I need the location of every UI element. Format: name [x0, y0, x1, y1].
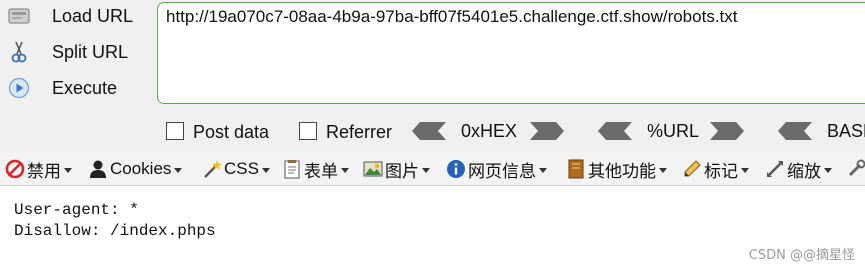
- pencil-icon: [682, 159, 702, 179]
- url-field-container: http://19a070c7-08aa-4b9a-97ba-bff07f540…: [157, 2, 865, 104]
- url-encode-arrow-icon[interactable]: [710, 122, 744, 140]
- toolbar-misc-menu[interactable]: 其他功能: [566, 157, 667, 181]
- misc-icon: [566, 159, 586, 179]
- scissors-icon: [7, 40, 31, 64]
- url-operation-label: %URL: [647, 121, 700, 141]
- hex-decode-arrow-icon[interactable]: [412, 122, 446, 140]
- chevron-down-icon: [422, 167, 430, 173]
- toolbar-mark-label: 标记: [704, 161, 738, 181]
- toolbar-disable-label: 禁用: [27, 161, 61, 181]
- toolbar-misc-label: 其他功能: [588, 161, 656, 181]
- toolbar-cookies-menu[interactable]: Cookies: [88, 157, 183, 181]
- toolbar-tools-menu[interactable]: [846, 157, 865, 181]
- chevron-down-icon: [824, 167, 832, 173]
- chevron-down-icon: [741, 167, 749, 173]
- robots-line: Disallow: /index.phps: [14, 222, 216, 240]
- chevron-down-icon: [659, 167, 667, 173]
- execute-label: Execute: [52, 77, 118, 98]
- split-url-button[interactable]: Split URL: [0, 36, 150, 68]
- execute-button[interactable]: Execute: [0, 72, 150, 104]
- form-icon: [282, 159, 302, 179]
- hex-operation-label: 0xHEX: [461, 121, 518, 141]
- robots-txt-content: User-agent: * Disallow: /index.phps: [14, 200, 216, 242]
- watermark: CSDN @@摘星怪: [748, 248, 855, 263]
- load-url-button[interactable]: Load URL: [0, 0, 150, 32]
- cookies-icon: [88, 159, 108, 179]
- chevron-down-icon: [174, 167, 183, 173]
- css-wand-icon: [202, 159, 222, 179]
- hex-encode-arrow-icon[interactable]: [530, 122, 564, 140]
- chevron-down-icon: [261, 167, 270, 173]
- hackbar-panel: Load URL Split URL Execute http://19a070…: [0, 0, 865, 152]
- toolbar-zoom-menu[interactable]: 缩放: [765, 157, 832, 181]
- toolbar-mark-menu[interactable]: 标记: [682, 157, 749, 181]
- chevron-down-icon: [539, 167, 547, 173]
- image-icon: [363, 159, 383, 179]
- play-icon: [7, 76, 31, 100]
- zoom-icon: [765, 159, 785, 179]
- referrer-label: Referrer: [326, 122, 393, 142]
- toolbar-image-label: 图片: [385, 161, 419, 181]
- toolbar-page-info-menu[interactable]: 网页信息: [446, 157, 547, 181]
- toolbar-form-label: 表单: [304, 161, 338, 181]
- toolbar-css-label: CSS: [224, 159, 259, 178]
- options-row: Post data Referrer 0xHEX %URL BASE: [0, 118, 865, 146]
- post-data-label: Post data: [193, 122, 270, 142]
- web-developer-toolbar: 禁用 Cookies CSS 表单 图片 网页信息 其他功能 标记 缩放: [0, 152, 865, 186]
- toolbar-zoom-label: 缩放: [787, 161, 821, 181]
- post-data-checkbox[interactable]: [166, 122, 184, 140]
- split-url-label: Split URL: [52, 41, 129, 62]
- toolbar-page-info-label: 网页信息: [468, 161, 536, 181]
- url-input[interactable]: http://19a070c7-08aa-4b9a-97ba-bff07f540…: [166, 7, 865, 97]
- toolbar-disable-menu[interactable]: 禁用: [5, 157, 72, 181]
- base-decode-arrow-icon[interactable]: [778, 122, 812, 140]
- toolbar-css-menu[interactable]: CSS: [202, 157, 270, 181]
- chevron-down-icon: [341, 167, 349, 173]
- toolbar-form-menu[interactable]: 表单: [282, 157, 349, 181]
- disable-icon: [5, 159, 25, 179]
- url-decode-arrow-icon[interactable]: [598, 122, 632, 140]
- toolbar-image-menu[interactable]: 图片: [363, 157, 430, 181]
- toolbar-cookies-label: Cookies: [110, 159, 172, 178]
- chevron-down-icon: [64, 167, 72, 173]
- load-url-label: Load URL: [52, 5, 134, 26]
- wrench-icon: [846, 159, 865, 179]
- load-url-icon: [7, 4, 31, 28]
- robots-line: User-agent: *: [14, 201, 139, 219]
- referrer-checkbox[interactable]: [299, 122, 317, 140]
- info-icon: [446, 159, 466, 179]
- base-operation-label: BASE: [827, 121, 865, 141]
